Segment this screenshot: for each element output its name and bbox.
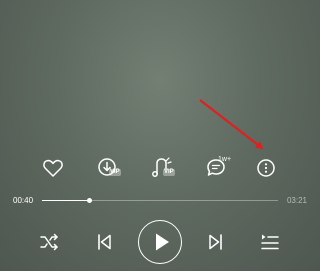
playlist-icon xyxy=(261,234,279,250)
more-vertical-icon xyxy=(257,159,275,177)
total-time: 03:21 xyxy=(286,196,307,205)
ringtone-vip-badge: VIP xyxy=(163,169,175,176)
download-vip-badge: VIP xyxy=(109,169,121,176)
skip-next-icon xyxy=(209,234,222,250)
shuffle-icon xyxy=(40,233,58,251)
playlist-button[interactable] xyxy=(259,231,281,253)
progress-section: 00:40 03:21 xyxy=(0,192,320,210)
ringtone-button[interactable]: VIP xyxy=(144,150,180,186)
annotation-arrow-line xyxy=(199,99,264,150)
playback-controls xyxy=(0,220,320,264)
current-time: 00:40 xyxy=(13,196,34,205)
download-icon xyxy=(98,158,116,176)
play-icon xyxy=(156,233,169,251)
more-options-button[interactable] xyxy=(248,150,284,186)
previous-button[interactable] xyxy=(94,231,114,253)
ringtone-icon xyxy=(152,157,172,177)
download-button[interactable]: VIP xyxy=(90,150,126,186)
comments-button[interactable]: 1w+ xyxy=(198,150,234,186)
play-button-ring xyxy=(138,220,182,264)
song-action-row: VIP VIP 1w+ xyxy=(0,150,320,186)
like-button[interactable] xyxy=(35,150,71,186)
heart-icon xyxy=(43,159,63,177)
comment-count: 1w+ xyxy=(218,156,232,163)
seek-bar-thumb[interactable] xyxy=(87,198,93,203)
seek-bar-fill xyxy=(42,200,90,201)
play-button[interactable] xyxy=(138,220,182,264)
music-player-screen: VIP VIP 1w+ 00:40 03:21 xyxy=(0,0,320,271)
skip-previous-icon xyxy=(98,234,111,250)
next-button[interactable] xyxy=(206,231,226,253)
seek-bar[interactable] xyxy=(42,198,278,203)
shuffle-button[interactable] xyxy=(38,231,60,253)
